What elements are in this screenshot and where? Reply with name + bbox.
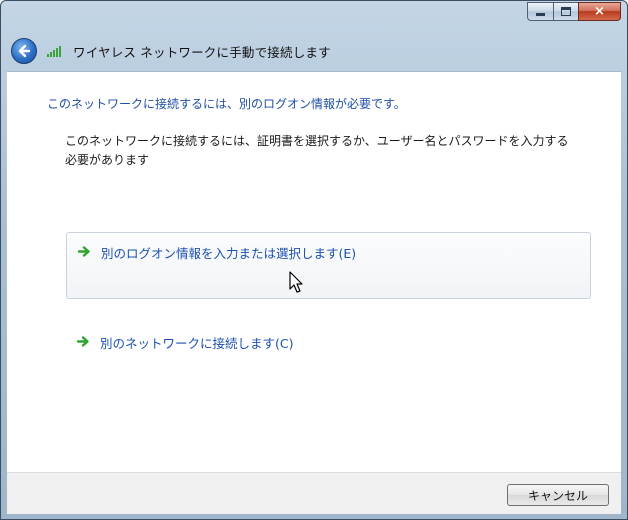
cancel-button[interactable]: キャンセル <box>507 484 609 506</box>
description-text: このネットワークに接続するには、証明書を選択するか、ユーザー名とパスワードを入力… <box>65 134 569 167</box>
back-button[interactable] <box>11 38 37 64</box>
wizard-footer: キャンセル <box>7 472 621 514</box>
window-title: ワイヤレス ネットワークに手動で接続します <box>73 44 331 60</box>
enter-logon-info-label: 別のログオン情報を入力または選択します(E) <box>101 246 357 261</box>
window-controls: × <box>527 2 621 21</box>
back-arrow-icon <box>18 44 31 58</box>
wizard-window: × ワイヤレス ネットワークに手動で接続します このネットワークに接続するには、… <box>0 0 628 520</box>
enter-logon-info-link[interactable]: 別のログオン情報を入力または選択します(E) <box>66 232 591 299</box>
close-icon: × <box>594 4 605 19</box>
connect-other-network-link[interactable]: 別のネットワークに接続します(C) <box>76 333 293 352</box>
close-button[interactable]: × <box>578 2 621 21</box>
minimize-icon <box>536 13 545 16</box>
wireless-signal-icon <box>47 45 65 57</box>
maximize-button[interactable] <box>553 2 578 21</box>
wizard-header: ワイヤレス ネットワークに手動で接続します <box>7 31 621 71</box>
wizard-content: このネットワークに接続するには、別のログオン情報が必要です。 このネットワークに… <box>7 71 621 472</box>
green-arrow-icon <box>77 246 90 257</box>
minimize-button[interactable] <box>527 2 553 21</box>
maximize-icon <box>561 7 571 16</box>
main-instruction: このネットワークに接続するには、別のログオン情報が必要です。 <box>47 97 406 111</box>
mouse-cursor-icon <box>289 271 303 293</box>
green-arrow-icon <box>76 336 89 347</box>
connect-other-network-label: 別のネットワークに接続します(C) <box>100 336 294 351</box>
